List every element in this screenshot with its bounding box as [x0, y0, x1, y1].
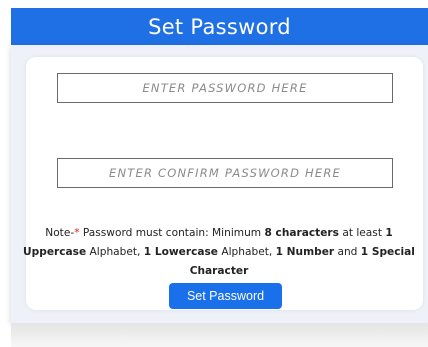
note-min-chars: 8 characters: [264, 227, 339, 239]
note-text: and: [334, 246, 361, 258]
note-lowercase: 1 Lowercase: [143, 246, 218, 258]
confirm-password-input[interactable]: [57, 158, 393, 188]
note-text: Password must contain: Minimum: [79, 227, 265, 239]
set-password-button[interactable]: Set Password: [169, 283, 282, 309]
note-text: at least: [338, 227, 386, 239]
bottom-band: [11, 323, 428, 347]
page-title: Set Password: [148, 14, 291, 39]
note-text: Alphabet,: [217, 246, 276, 258]
note-prefix: Note-: [45, 227, 75, 239]
note-text: Alphabet,: [86, 246, 144, 258]
note-number: 1 Number: [275, 246, 335, 258]
password-input[interactable]: [57, 73, 393, 103]
password-requirements-note: Note-* Password must contain: Minimum 8 …: [14, 224, 424, 281]
header-bar: Set Password: [11, 8, 428, 45]
